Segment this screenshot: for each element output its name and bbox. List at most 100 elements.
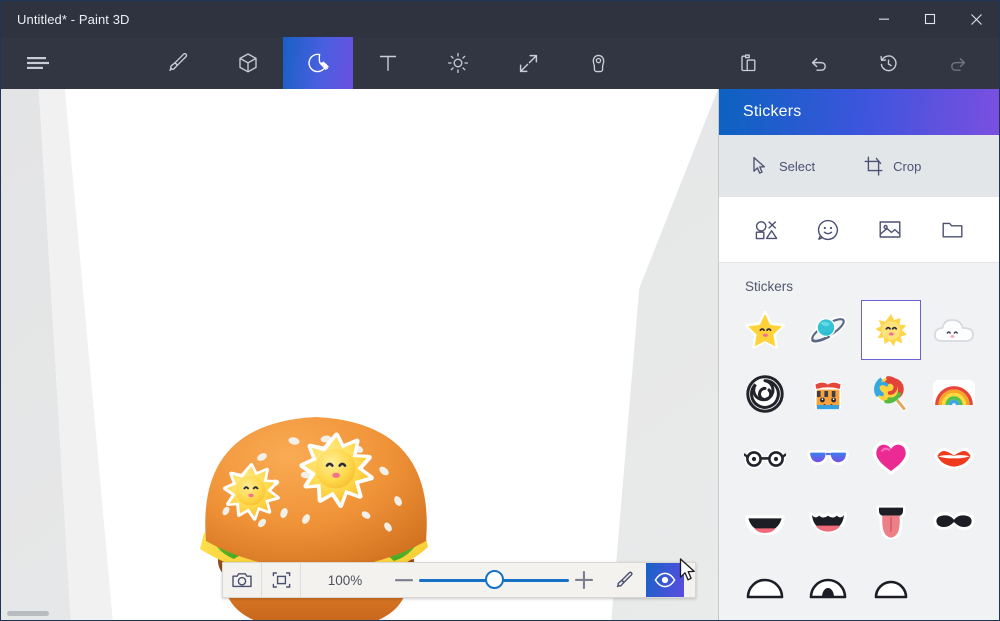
emoji-face-icon	[816, 218, 840, 242]
sticker-categories-row	[719, 197, 999, 263]
cube-icon	[236, 51, 260, 75]
screenshot-button[interactable]	[223, 562, 262, 598]
mustache-sticker[interactable]	[922, 490, 985, 554]
shapes-stickers-icon	[754, 219, 779, 241]
mouth-row5-c-sticker-icon	[871, 573, 911, 599]
fit-to-screen-button[interactable]	[262, 562, 301, 598]
star-sticker-icon	[745, 311, 785, 349]
text-icon	[377, 52, 399, 74]
2d-view-button[interactable]	[605, 562, 644, 598]
ribbon-tab-stickers[interactable]	[283, 37, 353, 89]
panel-header: Stickers	[719, 89, 999, 135]
cursor-arrow-icon	[751, 156, 770, 176]
sun-sticker[interactable]	[859, 298, 922, 362]
panel-title: Stickers	[743, 103, 802, 121]
paste-button[interactable]	[713, 37, 783, 89]
rainbow-sticker[interactable]	[922, 362, 985, 426]
stickers-section-label: Stickers	[745, 279, 999, 294]
stickers-panel: Stickers Select Crop	[718, 89, 999, 620]
ribbon-tab-canvas[interactable]	[493, 37, 563, 89]
zoom-out-button[interactable]	[389, 562, 419, 598]
select-tool-button[interactable]: Select	[751, 156, 815, 176]
zoom-toolbar: 100%	[222, 562, 696, 598]
zoom-slider-thumb[interactable]	[485, 570, 504, 589]
mouth-row5-c-sticker[interactable]	[859, 554, 922, 618]
panel-tools-row: Select Crop	[719, 135, 999, 197]
mouth-row5-d-sticker[interactable]	[922, 554, 985, 618]
brush-icon	[614, 570, 635, 591]
nerd-glasses-sticker-icon	[744, 448, 786, 468]
ribbon-tab-art-tools[interactable]	[143, 37, 213, 89]
redo-icon	[947, 52, 970, 75]
mouth-row5-b-sticker-icon	[808, 573, 848, 599]
sun-effects-icon	[446, 51, 470, 75]
rainbow-sticker-icon	[933, 380, 975, 408]
mustache-sticker-icon	[933, 511, 975, 533]
sunglasses-sticker[interactable]	[796, 426, 859, 490]
nerd-glasses-sticker[interactable]	[733, 426, 796, 490]
clipboard-icon	[737, 52, 760, 75]
picture-texture-icon	[878, 219, 902, 240]
ribbon-tab-text[interactable]	[353, 37, 423, 89]
undo-icon	[807, 52, 830, 75]
ribbon-tab-effects[interactable]	[423, 37, 493, 89]
maximize-button[interactable]	[907, 1, 953, 37]
minimize-button[interactable]	[861, 1, 907, 37]
sticker-icon	[306, 51, 331, 76]
zoom-in-button[interactable]	[569, 562, 599, 598]
hamburger-menu-button[interactable]	[1, 37, 75, 89]
custom-stickers-folder-tab[interactable]	[930, 208, 974, 252]
smiling-mouth-sticker-icon	[808, 509, 848, 535]
tongue-sticker-icon	[874, 505, 908, 539]
star-sticker[interactable]	[733, 298, 796, 362]
heart-sticker-icon	[872, 441, 910, 475]
zoom-percentage-label: 100%	[301, 573, 389, 588]
crop-tool-label: Crop	[893, 159, 921, 174]
smiling-mouth-sticker[interactable]	[796, 490, 859, 554]
sun-sticker-icon	[871, 311, 911, 349]
redo-button[interactable]	[923, 37, 993, 89]
horizontal-scrollbar[interactable]	[7, 611, 49, 616]
open-mouth-sticker[interactable]	[733, 490, 796, 554]
planet-sticker[interactable]	[796, 298, 859, 362]
cloud-sticker-icon	[933, 314, 975, 346]
sticker-gallery[interactable]: Stickers	[719, 263, 999, 620]
mouth-row5-b-sticker[interactable]	[796, 554, 859, 618]
cat-face-sticker[interactable]	[796, 362, 859, 426]
brush-icon	[166, 51, 190, 75]
lips-sticker[interactable]	[922, 426, 985, 490]
lips-sticker-icon	[934, 445, 974, 471]
canvas-workspace[interactable]	[1, 89, 718, 620]
spiral-sticker[interactable]	[733, 362, 796, 426]
canvas-resize-icon	[517, 52, 540, 75]
ribbon-tab-3d-library[interactable]	[563, 37, 633, 89]
lollipop-sticker[interactable]	[859, 362, 922, 426]
heart-sticker[interactable]	[859, 426, 922, 490]
cloud-sticker[interactable]	[922, 298, 985, 362]
history-icon	[877, 52, 900, 75]
fit-screen-icon	[271, 570, 292, 590]
crop-tool-button[interactable]: Crop	[863, 156, 921, 177]
undo-button[interactable]	[783, 37, 853, 89]
lollipop-sticker-icon	[871, 374, 911, 414]
ribbon-tab-3d-shapes[interactable]	[213, 37, 283, 89]
tongue-sticker[interactable]	[859, 490, 922, 554]
zoom-slider[interactable]	[419, 562, 569, 598]
title-bar: Untitled* - Paint 3D	[1, 1, 999, 37]
ribbon-toolbar	[1, 37, 999, 89]
close-button[interactable]	[953, 1, 999, 37]
paint3d-window: Untitled* - Paint 3D	[0, 0, 1000, 621]
plus-icon	[575, 571, 593, 589]
crop-icon	[863, 156, 884, 177]
sticker-grid	[719, 298, 999, 618]
history-button[interactable]	[853, 37, 923, 89]
eye-icon	[654, 572, 676, 588]
emoji-category-tab[interactable]	[806, 208, 850, 252]
mouth-row5-a-sticker[interactable]	[733, 554, 796, 618]
cat-face-sticker-icon	[808, 374, 848, 414]
folder-icon	[941, 220, 964, 240]
stickers-category-tab[interactable]	[744, 208, 788, 252]
textures-category-tab[interactable]	[868, 208, 912, 252]
mouse-cursor	[679, 558, 697, 582]
3d-library-icon	[587, 52, 610, 75]
